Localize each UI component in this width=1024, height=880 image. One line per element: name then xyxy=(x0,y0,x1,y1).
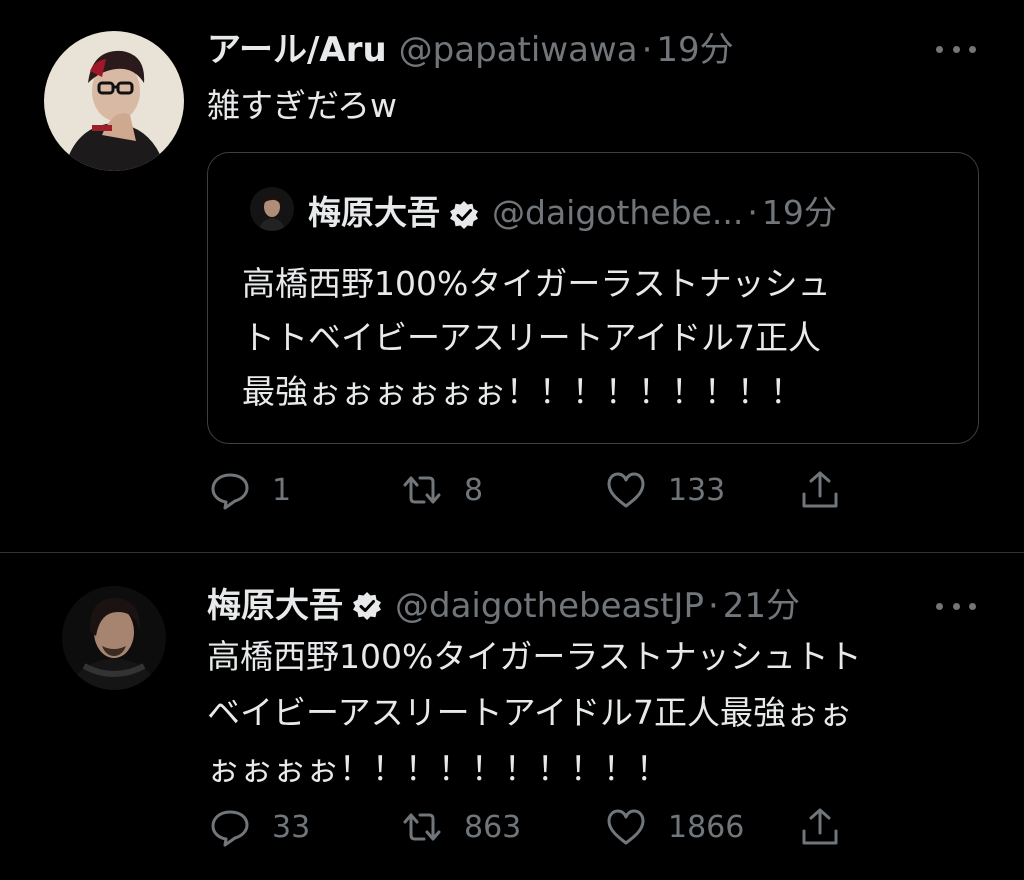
retweet-count: 863 xyxy=(464,809,522,845)
retweet-icon xyxy=(403,813,441,841)
like-count: 1866 xyxy=(668,809,745,845)
like-count: 133 xyxy=(668,472,726,508)
like-button[interactable]: 1866 xyxy=(604,805,744,849)
quoted-header: 梅原大吾 @daigothebe... · 19分 xyxy=(308,193,837,233)
verified-badge-icon xyxy=(351,590,383,622)
avatar[interactable] xyxy=(62,586,166,690)
retweet-count: 8 xyxy=(464,472,484,508)
retweet-button[interactable]: 8 xyxy=(400,468,483,512)
tweet-text-line: ベイビーアスリートアイドル7正人最強ぉぉ xyxy=(207,693,853,732)
avatar[interactable] xyxy=(44,31,184,171)
reply-icon xyxy=(211,473,249,510)
reply-count: 33 xyxy=(272,809,311,845)
action-bar: 33 863 1866 xyxy=(208,805,908,853)
author-handle[interactable]: @daigothebeastJP xyxy=(395,586,704,626)
tweet[interactable]: 梅原大吾 @daigothebeastJP · 21分 高橋西野100%タイガー… xyxy=(0,553,1024,880)
share-button[interactable] xyxy=(798,805,842,849)
timestamp[interactable]: 19分 xyxy=(656,30,733,70)
quoted-tweet[interactable]: 梅原大吾 @daigothebe... · 19分 高橋西野100%タイガーラス… xyxy=(207,152,979,444)
reply-count: 1 xyxy=(272,472,292,508)
heart-icon xyxy=(607,472,645,508)
separator: · xyxy=(641,30,653,70)
retweet-button[interactable]: 863 xyxy=(400,805,521,849)
quoted-timestamp: 19分 xyxy=(761,193,837,232)
separator: · xyxy=(747,193,758,232)
tweet-header: アール/Aru @papatiwawa · 19分 xyxy=(207,30,734,70)
more-icon[interactable] xyxy=(936,44,976,54)
share-icon xyxy=(802,808,838,845)
author-name[interactable]: 梅原大吾 xyxy=(207,586,343,626)
more-icon[interactable] xyxy=(936,601,976,611)
tweet-text-line: 高橋西野100%タイガーラストナッシュトト xyxy=(207,637,862,676)
retweet-icon xyxy=(403,476,441,504)
quoted-author-name: 梅原大吾 xyxy=(308,193,440,232)
reply-button[interactable]: 33 xyxy=(208,805,310,849)
quoted-avatar xyxy=(250,187,294,231)
author-handle[interactable]: @papatiwawa xyxy=(399,30,638,70)
tweet-text: 高橋西野100%タイガーラストナッシュトト ベイビーアスリートアイドル7正人最強… xyxy=(207,629,977,797)
tweet-text-line: ぉぉぉぉ！！！！！！！！！！ xyxy=(207,749,669,788)
reply-button[interactable]: 1 xyxy=(208,468,291,512)
share-button[interactable] xyxy=(798,468,842,512)
author-name[interactable]: アール/Aru xyxy=(207,30,387,70)
tweet[interactable]: アール/Aru @papatiwawa · 19分 雑すぎだろw 梅原大吾 @d… xyxy=(0,0,1024,553)
timestamp[interactable]: 21分 xyxy=(723,586,800,626)
tweet-header: 梅原大吾 @daigothebeastJP · 21分 xyxy=(207,586,800,626)
separator: · xyxy=(707,586,719,626)
tweet-text: 雑すぎだろw xyxy=(207,86,398,125)
quoted-text-line: トトベイビーアスリートアイドル7正人 xyxy=(242,318,822,357)
quoted-text-line: 最強ぉぉぉぉぉぉ！！！！！！！！！ xyxy=(242,372,803,411)
quoted-author-handle: @daigothebe... xyxy=(492,193,744,232)
reply-icon xyxy=(211,810,249,847)
heart-icon xyxy=(607,809,645,845)
like-button[interactable]: 133 xyxy=(604,468,725,512)
quoted-text-line: 高橋西野100%タイガーラストナッシュ xyxy=(242,264,831,303)
action-bar: 1 8 133 xyxy=(208,468,908,516)
quoted-text: 高橋西野100%タイガーラストナッシュ トトベイビーアスリートアイドル7正人 最… xyxy=(242,257,942,419)
verified-badge-icon xyxy=(448,199,480,231)
share-icon xyxy=(802,471,838,508)
